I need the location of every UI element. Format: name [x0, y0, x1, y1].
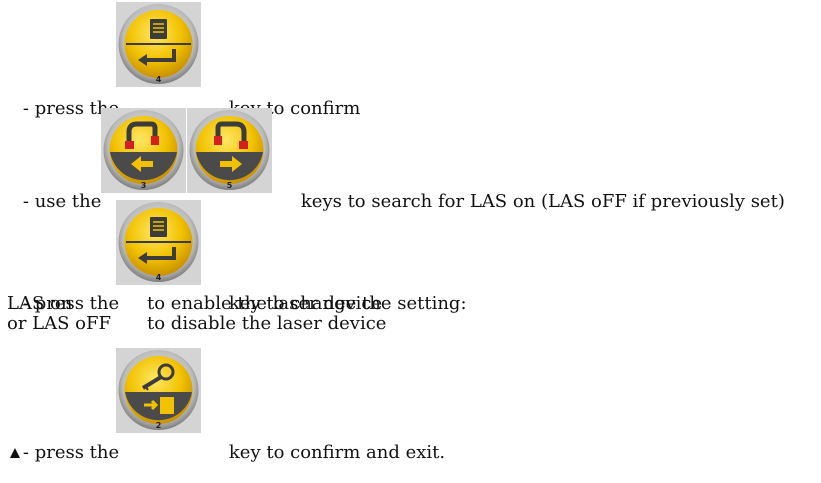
- option-description: to disable the laser device: [147, 313, 387, 334]
- step-2-prefix: - use the: [22, 191, 102, 212]
- key-number: 5: [226, 181, 233, 190]
- option-value: or LAS oFF: [7, 313, 111, 334]
- key-number: 4: [155, 273, 162, 282]
- step-4-suffix: key to confirm and exit.: [228, 442, 446, 463]
- key-number: 2: [155, 421, 162, 430]
- key-button-2[interactable]: 2: [116, 348, 201, 433]
- option-value: LAS on: [7, 293, 73, 314]
- key-number: 3: [140, 181, 147, 190]
- key-button-3[interactable]: 3: [101, 108, 186, 193]
- option-description: to enable the laser device: [147, 293, 383, 314]
- key-button-4[interactable]: 4: [116, 200, 201, 285]
- cropped-warning-icon: [10, 448, 20, 458]
- key-button-4[interactable]: 4: [116, 2, 201, 87]
- step-2-suffix: keys to search for LAS on (LAS oFF if pr…: [300, 191, 785, 212]
- key-number: 4: [155, 75, 162, 84]
- key-button-5[interactable]: 5: [187, 108, 272, 193]
- step-4-prefix: - press the: [22, 442, 120, 463]
